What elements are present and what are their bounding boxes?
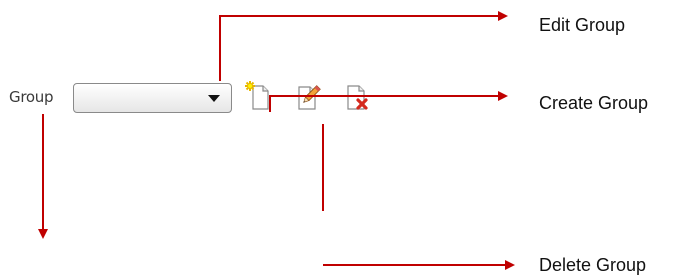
- edit-group-arrow: [219, 11, 508, 81]
- edit-group-annotation: Edit Group: [539, 15, 626, 35]
- delete-group-annotation: Delete Group: [539, 255, 647, 275]
- create-group-annotation: Create Group: [539, 93, 649, 113]
- create-group-arrow: [269, 91, 508, 112]
- annotation-arrows: [38, 11, 515, 270]
